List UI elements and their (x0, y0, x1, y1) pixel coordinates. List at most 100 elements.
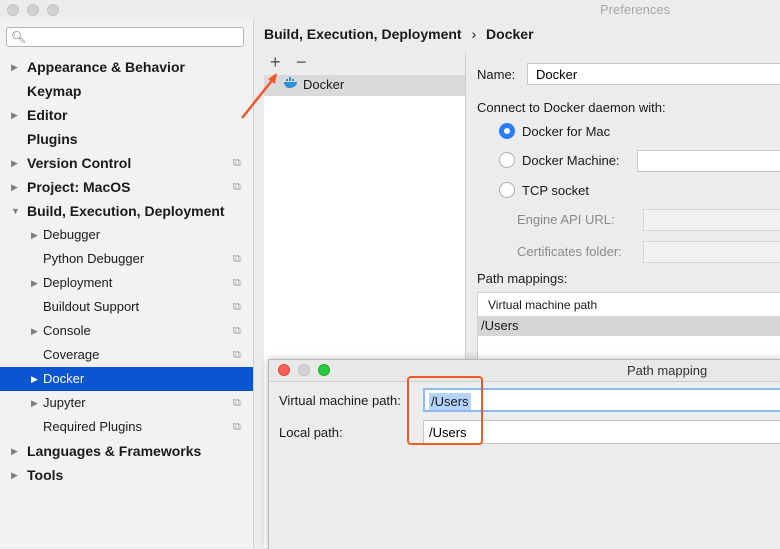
annotation-arrow-icon (241, 73, 277, 119)
sidebar-item-plugins[interactable]: Plugins (0, 127, 253, 151)
expand-right-icon[interactable]: ▶ (31, 367, 38, 391)
window-titlebar: Preferences (0, 0, 780, 19)
expand-right-icon[interactable]: ▶ (11, 439, 18, 463)
expand-right-icon[interactable]: ▶ (11, 103, 18, 127)
sidebar-item-label: Editor (27, 107, 68, 123)
expand-right-icon[interactable]: ▶ (31, 223, 38, 247)
sidebar-item-label: Plugins (27, 131, 78, 147)
table-header[interactable]: Virtual machine path (478, 293, 780, 317)
sidebar-item-jupyter[interactable]: ▶ Jupyter ⧉ (0, 391, 253, 415)
sidebar-item-label: Jupyter (43, 395, 86, 410)
sidebar-item-label: Buildout Support (43, 299, 140, 314)
table-row[interactable]: /Users (478, 316, 780, 336)
dialog-title: Path mapping (627, 363, 708, 378)
name-label: Name: (477, 67, 516, 82)
project-level-icon: ⧉ (233, 421, 241, 433)
breadcrumb-separator: › (471, 26, 477, 42)
list-toolbar (264, 52, 465, 75)
sidebar-item-build-execution-deployment[interactable]: ▼ Build, Execution, Deployment (0, 199, 253, 223)
project-level-icon: ⧉ (233, 301, 241, 313)
path-mappings-table: Virtual machine path /Users (477, 292, 780, 364)
certificates-folder-label: Certificates folder: (517, 244, 622, 259)
minimize-window-icon[interactable] (27, 4, 39, 16)
column-header-vm-path[interactable]: Virtual machine path (488, 298, 597, 312)
sidebar-item-coverage[interactable]: Coverage ⧉ (0, 343, 253, 367)
sidebar-item-required-plugins[interactable]: Required Plugins ⧉ (0, 415, 253, 439)
sidebar-item-label: Appearance & Behavior (27, 59, 185, 75)
path-mappings-label: Path mappings: (477, 271, 568, 286)
zoom-dialog-icon[interactable] (318, 364, 330, 376)
project-level-icon: ⧉ (233, 253, 241, 265)
close-window-icon[interactable] (7, 4, 19, 16)
docker-for-mac-label[interactable]: Docker for Mac (522, 124, 610, 139)
sidebar-item-label: Keymap (27, 83, 82, 99)
tcp-socket-label[interactable]: TCP socket (522, 183, 589, 198)
name-input[interactable] (528, 64, 780, 84)
sidebar-item-label: Docker (43, 371, 85, 386)
table-cell: /Users (481, 318, 519, 333)
sidebar-item-version-control[interactable]: ▶ Version Control ⧉ (0, 151, 253, 175)
settings-sidebar: 🔍︎ ▶ Appearance & Behavior Keymap ▶ Editor Pl… (0, 19, 254, 548)
expand-right-icon[interactable]: ▶ (31, 271, 38, 295)
sidebar-item-appearance-behavior[interactable]: ▶ Appearance & Behavior (0, 55, 253, 79)
breadcrumb: Build, Execution, Deployment › Docker (264, 26, 540, 42)
sidebar-item-label: Languages & Frameworks (27, 443, 202, 459)
connect-daemon-label: Connect to Docker daemon with: (477, 100, 666, 115)
sidebar-item-keymap[interactable]: Keymap (0, 79, 253, 103)
sidebar-item-languages-frameworks[interactable]: ▶ Languages & Frameworks (0, 439, 253, 463)
sidebar-item-buildout-support[interactable]: Buildout Support ⧉ (0, 295, 253, 319)
sidebar-item-editor[interactable]: ▶ Editor (0, 103, 253, 127)
expand-right-icon[interactable]: ▶ (31, 319, 38, 343)
search-icon: 🔍︎ (11, 30, 27, 44)
docker-machine-radio[interactable] (499, 152, 515, 168)
expand-right-icon[interactable]: ▶ (11, 55, 18, 79)
sidebar-item-tools[interactable]: ▶ Tools (0, 463, 253, 487)
expand-right-icon[interactable]: ▶ (31, 391, 38, 415)
name-field[interactable] (527, 63, 780, 85)
engine-api-url-label: Engine API URL: (517, 212, 615, 227)
project-level-icon: ⧉ (233, 157, 241, 169)
dialog-titlebar: Path mapping (269, 360, 780, 382)
sidebar-item-docker[interactable]: ▶ Docker (0, 367, 253, 391)
sidebar-item-label: Version Control (27, 155, 132, 171)
expand-down-icon[interactable]: ▼ (11, 199, 20, 223)
zoom-window-icon[interactable] (47, 4, 59, 16)
sidebar-item-console[interactable]: ▶ Console ⧉ (0, 319, 253, 343)
project-level-icon: ⧉ (233, 277, 241, 289)
sidebar-item-label: Deployment (43, 275, 113, 290)
expand-right-icon[interactable]: ▶ (11, 463, 18, 487)
path-mapping-dialog: Path mapping Virtual machine path: /User… (268, 359, 780, 549)
engine-api-url-field (643, 209, 780, 231)
close-dialog-icon[interactable] (278, 364, 290, 376)
sidebar-item-label: Build, Execution, Deployment (27, 203, 225, 219)
expand-right-icon[interactable]: ▶ (11, 151, 18, 175)
project-level-icon: ⧉ (233, 325, 241, 337)
minimize-dialog-icon (298, 364, 310, 376)
certificates-folder-field (643, 241, 780, 263)
project-level-icon: ⧉ (233, 397, 241, 409)
project-level-icon: ⧉ (233, 349, 241, 361)
breadcrumb-parent[interactable]: Build, Execution, Deployment (264, 26, 462, 42)
docker-machine-select[interactable] (637, 150, 780, 172)
sidebar-item-label: Required Plugins (43, 419, 143, 434)
sidebar-item-deployment[interactable]: ▶ Deployment ⧉ (0, 271, 253, 295)
settings-search-box[interactable]: 🔍︎ (6, 27, 244, 47)
remove-icon[interactable]: − (296, 53, 307, 71)
sidebar-item-label: Coverage (43, 347, 100, 362)
add-icon[interactable]: + (270, 53, 281, 71)
sidebar-item-python-debugger[interactable]: Python Debugger ⧉ (0, 247, 253, 271)
sidebar-item-label: Project: MacOS (27, 179, 131, 195)
list-item-docker[interactable]: Docker (264, 75, 465, 96)
tcp-socket-radio[interactable] (499, 182, 515, 198)
sidebar-item-label: Debugger (43, 227, 101, 242)
sidebar-item-label: Tools (27, 467, 64, 483)
docker-whale-icon (284, 77, 298, 92)
sidebar-item-label: Python Debugger (43, 251, 145, 266)
sidebar-item-project-macos[interactable]: ▶ Project: MacOS ⧉ (0, 175, 253, 199)
docker-for-mac-radio[interactable] (499, 123, 515, 139)
expand-right-icon[interactable]: ▶ (11, 175, 18, 199)
settings-search-input[interactable] (27, 29, 237, 45)
docker-machine-label[interactable]: Docker Machine: (522, 153, 620, 168)
vm-path-label: Virtual machine path: (279, 393, 401, 408)
sidebar-item-debugger[interactable]: ▶ Debugger (0, 223, 253, 247)
